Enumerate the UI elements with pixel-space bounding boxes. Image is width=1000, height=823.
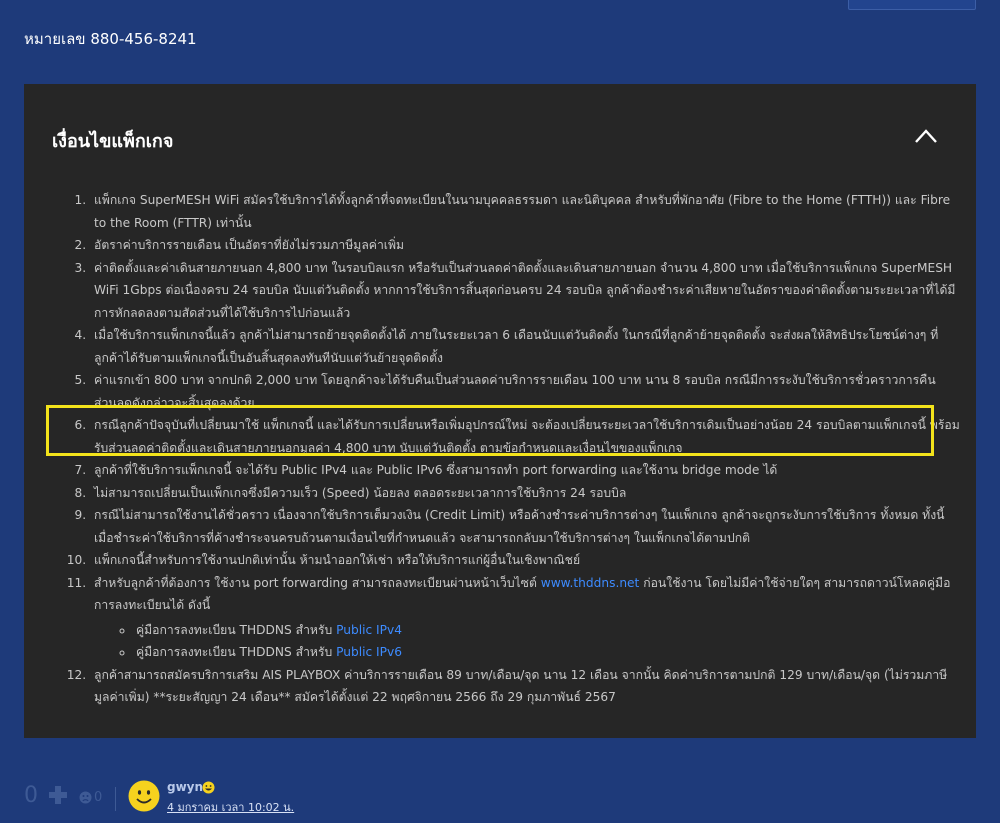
footer-divider xyxy=(115,787,116,811)
term-item-port-forwarding: สำหรับลูกค้าที่ต้องการ ใช้งาน port forwa… xyxy=(90,572,960,664)
grin-emoji-icon xyxy=(202,781,215,794)
plus-icon[interactable] xyxy=(48,785,68,805)
vote-count: 0 xyxy=(24,783,38,808)
top-action-button[interactable] xyxy=(848,0,976,10)
section-title: เงื่อนไขแพ็กเกจ xyxy=(52,131,174,152)
dislike-count: 0 xyxy=(94,790,103,805)
manual-item: คู่มือการลงทะเบียน THDDNS สำหรับ Public … xyxy=(134,619,960,642)
manual-text: คู่มือการลงทะเบียน THDDNS สำหรับ xyxy=(136,645,337,659)
post-footer: 0 0 gwyn 4 มกราคม เวลา 10:02 น. xyxy=(24,777,424,817)
avatar[interactable] xyxy=(128,780,160,812)
term-text: สำหรับลูกค้าที่ต้องการ ใช้งาน port forwa… xyxy=(94,575,541,590)
thddns-link[interactable]: www.thddns.net xyxy=(541,576,640,590)
term-item: ค่าติดตั้งและค่าเดินสายภายนอก 4,800 บาท … xyxy=(90,257,960,325)
ipv6-manual-link[interactable]: Public IPv6 xyxy=(336,645,402,659)
manual-item: คู่มือการลงทะเบียน THDDNS สำหรับ Public … xyxy=(134,641,960,664)
term-item: ไม่สามารถเปลี่ยนเป็นแพ็กเกจซึ่งมีความเร็… xyxy=(90,482,960,505)
term-item: ลูกค้าสามารถสมัครบริการเสริม AIS PLAYBOX… xyxy=(90,664,960,709)
term-item: แพ็กเกจ SuperMESH WiFi สมัครใช้บริการได้… xyxy=(90,189,960,234)
sad-face-icon[interactable] xyxy=(79,791,92,804)
term-item: อัตราค่าบริการรายเดือน เป็นอัตราที่ยังไม… xyxy=(90,234,960,257)
post-date[interactable]: 4 มกราคม เวลา 10:02 น. xyxy=(167,798,294,816)
term-item: เมื่อใช้บริการแพ็กเกจนี้แล้ว ลูกค้าไม่สา… xyxy=(90,324,960,369)
manual-list: คู่มือการลงทะเบียน THDDNS สำหรับ Public … xyxy=(94,619,960,664)
manual-text: คู่มือการลงทะเบียน THDDNS สำหรับ xyxy=(136,622,337,637)
phone-number: หมายเลข 880-456-8241 xyxy=(24,30,197,48)
highlight-box xyxy=(46,405,934,456)
author-name[interactable]: gwyn xyxy=(167,780,203,794)
term-item: แพ็กเกจนี้สำหรับการใช้งานปกติเท่านั้น ห้… xyxy=(90,549,960,572)
term-item: กรณีไม่สามารถใช้งานได้ชั่วคราว เนื่องจาก… xyxy=(90,504,960,549)
term-item: ลูกค้าที่ใช้บริการแพ็กเกจนี้ จะได้รับ Pu… xyxy=(90,459,960,482)
chevron-up-icon[interactable] xyxy=(914,128,938,144)
ipv4-manual-link[interactable]: Public IPv4 xyxy=(336,623,402,637)
